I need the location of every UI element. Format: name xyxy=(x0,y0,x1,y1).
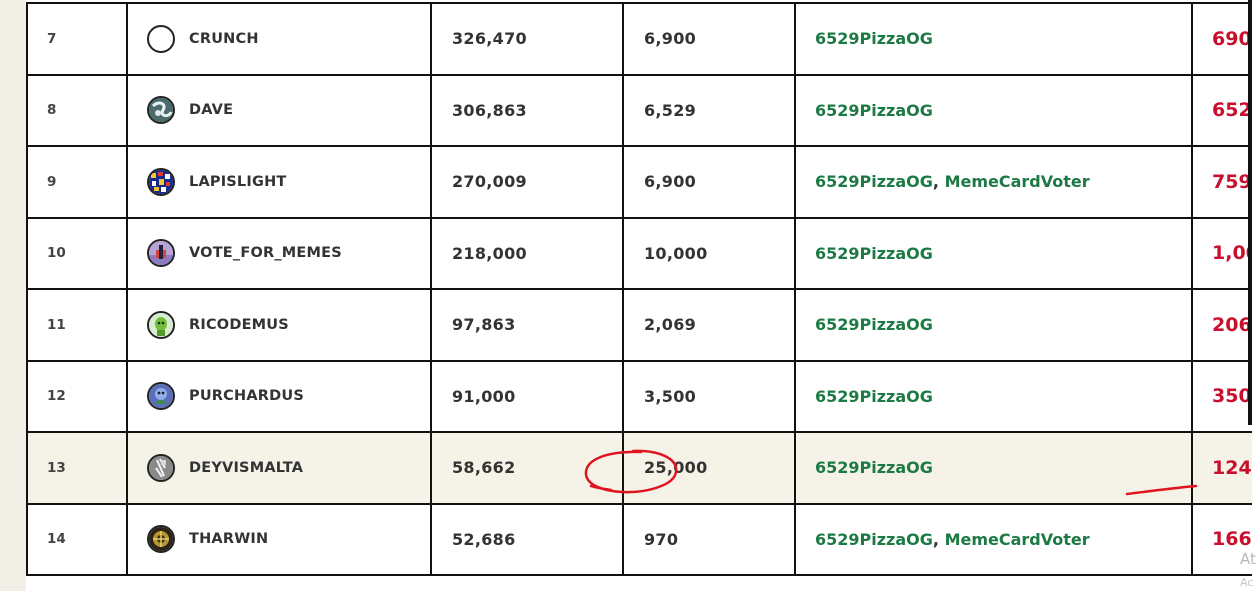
badge-link[interactable]: 6529PizzaOG xyxy=(815,29,933,48)
profile-link[interactable]: DEYVISMALTA xyxy=(128,453,430,482)
cards-cell: 6,900 xyxy=(622,145,796,219)
profile-cell: RICODEMUS xyxy=(126,288,432,362)
badge-link[interactable]: 6529PizzaOG xyxy=(815,172,933,191)
badges-cell: 6529PizzaOG, MemeCardVoter xyxy=(794,145,1193,219)
empty-circle-avatar-icon[interactable] xyxy=(147,24,175,53)
cards-cell: 10,000 xyxy=(622,216,796,290)
total-cell: 306,863 xyxy=(430,73,624,147)
profile-cell: THARWIN xyxy=(126,502,432,576)
badge-link[interactable]: 6529PizzaOG xyxy=(815,315,933,334)
cards-cell: 2,069 xyxy=(622,288,796,362)
profile-link[interactable]: DAVE xyxy=(128,96,430,125)
swirl-avatar-icon[interactable] xyxy=(147,96,175,125)
gold-ornate-avatar-icon[interactable] xyxy=(147,525,175,554)
leaderboard-rows: 7 CRUNCH 326,470 6,900 6529PizzaOG 690 8 DAVE 30… xyxy=(26,2,1260,576)
sketch-avatar-icon[interactable] xyxy=(147,453,175,482)
badges-cell: 6529PizzaOG xyxy=(794,216,1193,290)
green-alien-avatar-icon[interactable] xyxy=(147,310,175,339)
badges-cell: 6529PizzaOG, MemeCardVoter xyxy=(794,502,1193,576)
badges-cell: 6529PizzaOG xyxy=(794,73,1193,147)
table-row[interactable]: 14 THARWIN 52,686 970 6529PizzaOG, MemeCardV… xyxy=(26,502,1260,576)
badge-link[interactable]: 6529PizzaOG xyxy=(815,530,933,549)
pixel-figure-avatar-icon[interactable] xyxy=(147,239,175,268)
username-link[interactable]: DEYVISMALTA xyxy=(189,460,303,476)
rank-cell: 14 xyxy=(26,502,128,576)
rank-cell: 11 xyxy=(26,288,128,362)
profile-cell: CRUNCH xyxy=(126,2,432,76)
cards-cell: 25,000 xyxy=(622,431,796,505)
profile-link[interactable]: THARWIN xyxy=(128,525,430,554)
profile-link[interactable]: RICODEMUS xyxy=(128,310,430,339)
profile-cell: LAPISLIGHT xyxy=(126,145,432,219)
profile-link[interactable]: PURCHARDUS xyxy=(128,382,430,411)
cards-cell: 6,900 xyxy=(622,2,796,76)
total-cell: 326,470 xyxy=(430,2,624,76)
mosaic-avatar-icon[interactable] xyxy=(147,167,175,196)
username-link[interactable]: DAVE xyxy=(189,102,233,118)
badge-link[interactable]: 6529PizzaOG xyxy=(815,244,933,263)
total-cell: 91,000 xyxy=(430,359,624,433)
badge-link[interactable]: 6529PizzaOG xyxy=(815,458,933,477)
total-cell: 97,863 xyxy=(430,288,624,362)
profile-cell: PURCHARDUS xyxy=(126,359,432,433)
leaderboard-table: 7 CRUNCH 326,470 6,900 6529PizzaOG 690 8 DAVE 30… xyxy=(26,2,1260,576)
table-row[interactable]: 11 RICODEMUS 97,863 2,069 6529PizzaOG 206 xyxy=(26,288,1260,362)
table-row[interactable]: 10 VOTE_FOR_MEMES 218,000 10,000 6529PizzaOG… xyxy=(26,216,1260,290)
blue-character-avatar-icon[interactable] xyxy=(147,382,175,411)
profile-cell: VOTE_FOR_MEMES xyxy=(126,216,432,290)
rank-cell: 13 xyxy=(26,431,128,505)
right-gutter xyxy=(1252,0,1260,591)
username-link[interactable]: CRUNCH xyxy=(189,31,259,47)
leaderboard-page: 7 CRUNCH 326,470 6,900 6529PizzaOG 690 8 DAVE 30… xyxy=(0,0,1260,591)
badges-cell: 6529PizzaOG xyxy=(794,2,1193,76)
badge-separator: , xyxy=(932,172,945,192)
rank-cell: 10 xyxy=(26,216,128,290)
total-cell: 270,009 xyxy=(430,145,624,219)
username-link[interactable]: RICODEMUS xyxy=(189,317,289,333)
profile-link[interactable]: LAPISLIGHT xyxy=(128,167,430,196)
total-cell: 52,686 xyxy=(430,502,624,576)
badge-link[interactable]: MemeCardVoter xyxy=(945,530,1090,549)
badges-cell: 6529PizzaOG xyxy=(794,359,1193,433)
total-cell: 218,000 xyxy=(430,216,624,290)
table-row[interactable]: 13 DEYVISMALTA 58,662 25,000 6529PizzaOG 124 xyxy=(26,431,1260,505)
table-row[interactable]: 12 PURCHARDUS 91,000 3,500 6529PizzaOG 350 xyxy=(26,359,1260,433)
score-cell: 124 xyxy=(1191,431,1260,505)
edge-clipped-subtext: Ac xyxy=(1240,576,1254,589)
left-gutter xyxy=(0,0,26,591)
table-row[interactable]: 8 DAVE 306,863 6,529 6529PizzaOG 652 xyxy=(26,73,1260,147)
total-cell: 58,662 xyxy=(430,431,624,505)
cards-cell: 3,500 xyxy=(622,359,796,433)
badges-cell: 6529PizzaOG xyxy=(794,288,1193,362)
table-row[interactable]: 7 CRUNCH 326,470 6,900 6529PizzaOG 690 xyxy=(26,2,1260,76)
badge-link[interactable]: 6529PizzaOG xyxy=(815,101,933,120)
badge-link[interactable]: 6529PizzaOG xyxy=(815,387,933,406)
edge-clipped-text: At xyxy=(1240,550,1256,568)
table-row[interactable]: 9 LAPISLIGHT 270,009 6,900 6529PizzaOG, Meme… xyxy=(26,145,1260,219)
cards-cell: 6,529 xyxy=(622,73,796,147)
username-link[interactable]: PURCHARDUS xyxy=(189,388,304,404)
cards-cell: 970 xyxy=(622,502,796,576)
profile-cell: DEYVISMALTA xyxy=(126,431,432,505)
badge-link[interactable]: MemeCardVoter xyxy=(945,172,1090,191)
profile-link[interactable]: CRUNCH xyxy=(128,24,430,53)
username-link[interactable]: VOTE_FOR_MEMES xyxy=(189,245,342,261)
badge-separator: , xyxy=(932,529,945,549)
profile-cell: DAVE xyxy=(126,73,432,147)
badges-cell: 6529PizzaOG xyxy=(794,431,1193,505)
profile-link[interactable]: VOTE_FOR_MEMES xyxy=(128,239,430,268)
rank-cell: 9 xyxy=(26,145,128,219)
rank-cell: 12 xyxy=(26,359,128,433)
username-link[interactable]: THARWIN xyxy=(189,531,268,547)
username-link[interactable]: LAPISLIGHT xyxy=(189,174,287,190)
rank-cell: 7 xyxy=(26,2,128,76)
rank-cell: 8 xyxy=(26,73,128,147)
